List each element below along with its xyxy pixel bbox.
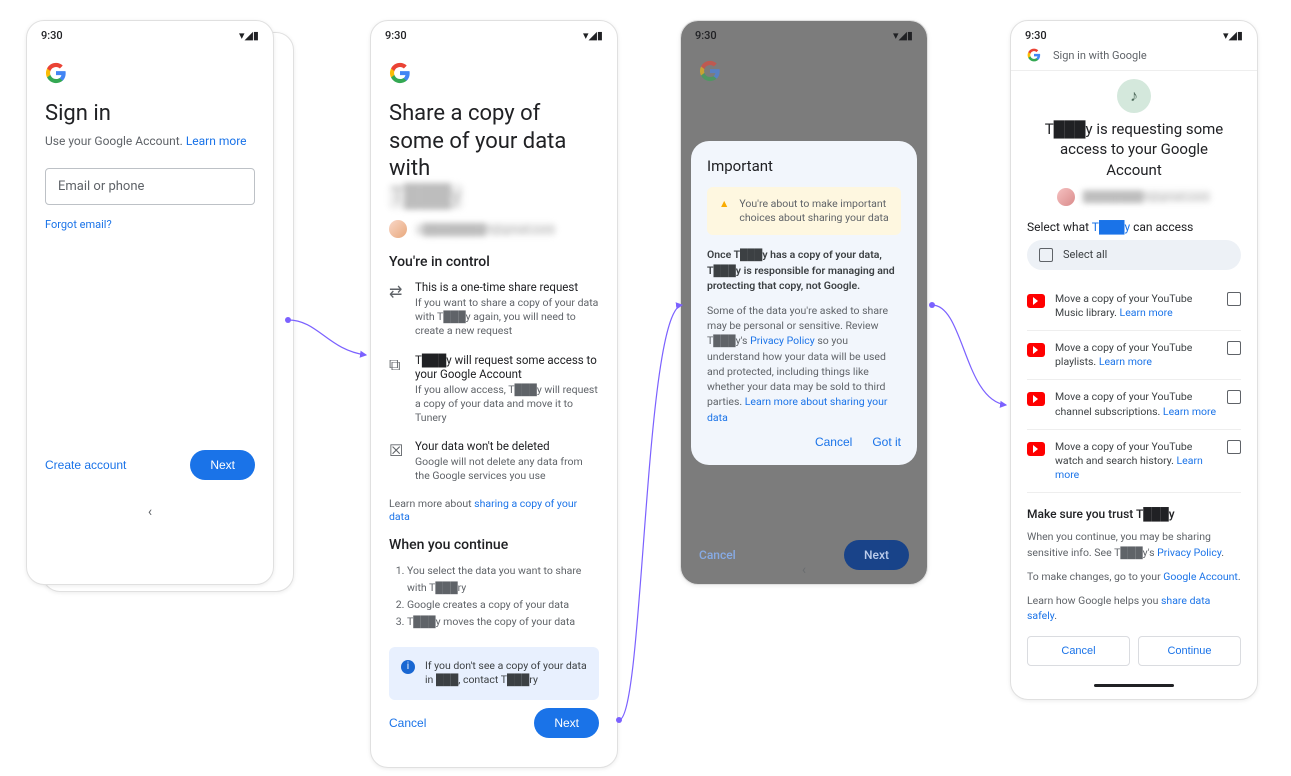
status-bar: 9:30 ▾◢▮: [371, 21, 617, 46]
screen-permissions: 9:30 ▾◢▮ Sign in with Google ♪ T███y is …: [1010, 20, 1258, 700]
screen-signin: 9:30 ▾◢▮ Sign in Use your Google Account…: [26, 20, 274, 585]
continue-button[interactable]: Continue: [1138, 636, 1241, 666]
google-logo-icon: [1027, 48, 1041, 62]
avatar-icon: [1057, 188, 1075, 206]
important-dialog: Important ▲ You're about to make importa…: [691, 141, 917, 465]
home-indicator-icon: [1094, 684, 1174, 687]
signin-header: Sign in with Google: [1027, 46, 1241, 70]
subtitle: Use your Google Account. Learn more: [45, 134, 255, 148]
youtube-icon: [1027, 294, 1045, 308]
status-time: 9:30: [41, 29, 63, 42]
account-chip[interactable]: ████████tt@gmail.com: [1027, 188, 1241, 206]
copy-icon: ⧉: [389, 353, 405, 426]
dialog-cancel-button[interactable]: Cancel: [815, 435, 852, 449]
forgot-email-link[interactable]: Forgot email?: [45, 218, 112, 231]
info-item-nodelete: ☒ Your data won't be deleted Google will…: [389, 439, 599, 483]
next-button[interactable]: Next: [534, 708, 599, 738]
checkbox[interactable]: [1227, 341, 1241, 355]
account-email: d████████tt@gmail.com: [415, 223, 556, 236]
warning-banner: ▲ You're about to make important choices…: [707, 187, 901, 235]
status-time: 9:30: [385, 29, 407, 42]
checkbox[interactable]: [1039, 248, 1053, 262]
cancel-button[interactable]: Cancel: [1027, 636, 1130, 666]
account-chip[interactable]: d████████tt@gmail.com: [389, 220, 599, 238]
cancel-button[interactable]: Cancel: [389, 708, 426, 738]
info-item-onetime: ⇄ This is a one-time share request If yo…: [389, 280, 599, 339]
info-icon: i: [401, 660, 415, 674]
dialog-title: Important: [707, 157, 901, 175]
app-icon: ♪: [1117, 79, 1151, 113]
permission-item: Move a copy of your YouTube Music librar…: [1027, 282, 1241, 331]
section-heading: When you continue: [389, 537, 599, 553]
google-logo-icon: [699, 60, 721, 82]
screen-share-consent: 9:30 ▾◢▮ Share a copy of some of your da…: [370, 20, 618, 768]
checkbox[interactable]: [1227, 440, 1241, 454]
status-icons: ▾◢▮: [1223, 29, 1243, 42]
select-heading: Select what T███y can access: [1027, 220, 1241, 234]
warning-icon: ▲: [719, 197, 729, 225]
status-bar: 9:30 ▾◢▮: [681, 21, 927, 46]
google-logo-icon: [45, 62, 67, 84]
page-title: Sign in: [45, 100, 255, 128]
dialog-text: Some of the data you're asked to share m…: [707, 303, 901, 425]
checkbox[interactable]: [1227, 390, 1241, 404]
continue-steps: You select the data you want to share wi…: [389, 563, 599, 630]
privacy-policy-link[interactable]: Privacy Policy: [750, 334, 815, 347]
status-icons: ▾◢▮: [583, 29, 603, 42]
google-account-link[interactable]: Google Account: [1163, 570, 1238, 583]
back-icon[interactable]: ‹: [492, 762, 496, 768]
status-icons: ▾◢▮: [239, 29, 259, 42]
permission-item: Move a copy of your YouTube watch and se…: [1027, 430, 1241, 494]
section-heading: You're in control: [389, 254, 599, 270]
app-name-blur: T███y: [389, 184, 463, 209]
youtube-icon: [1027, 343, 1045, 357]
status-bar: 9:30 ▾◢▮: [27, 21, 273, 46]
learn-more-link[interactable]: Learn more: [186, 134, 247, 148]
app-name-link[interactable]: T███y: [1092, 220, 1130, 234]
learn-more-link[interactable]: Learn more: [1163, 405, 1216, 418]
learn-more-link[interactable]: Learn more: [1120, 306, 1173, 319]
dialog-gotit-button[interactable]: Got it: [872, 435, 901, 449]
youtube-icon: [1027, 442, 1045, 456]
status-time: 9:30: [1025, 29, 1047, 42]
back-icon[interactable]: ‹: [148, 504, 152, 520]
checkbox[interactable]: [1227, 292, 1241, 306]
info-note: i If you don't see a copy of your data i…: [389, 647, 599, 700]
flow-arrow-icon: [924, 290, 1024, 430]
youtube-icon: [1027, 392, 1045, 406]
permission-item: Move a copy of your YouTube channel subs…: [1027, 380, 1241, 429]
dialog-text-bold: Once T███y has a copy of your data, T███…: [707, 247, 901, 293]
learn-more-link[interactable]: Learn more: [1099, 355, 1152, 368]
select-all-row[interactable]: Select all: [1027, 240, 1241, 270]
swap-icon: ⇄: [389, 280, 405, 339]
screen-important-modal: 9:30 ▾◢▮ Cancel Next ‹ Important ▲ You'r…: [680, 20, 928, 585]
create-account-button[interactable]: Create account: [45, 450, 126, 480]
email-field[interactable]: Email or phone: [45, 168, 255, 205]
privacy-policy-link[interactable]: Privacy Policy: [1157, 546, 1221, 559]
status-bar: 9:30 ▾◢▮: [1011, 21, 1257, 46]
next-button[interactable]: Next: [190, 450, 255, 480]
trust-heading: Make sure you trust T███y: [1027, 507, 1241, 521]
account-email: ████████tt@gmail.com: [1081, 190, 1210, 203]
page-title: Share a copy of some of your data with T…: [389, 100, 599, 210]
google-logo-icon: [389, 62, 411, 84]
avatar-icon: [389, 220, 407, 238]
archive-icon: ☒: [389, 439, 405, 483]
status-icons: ▾◢▮: [893, 29, 913, 42]
permission-item: Move a copy of your YouTube playlists. L…: [1027, 331, 1241, 380]
status-time: 9:30: [695, 29, 717, 42]
info-item-access: ⧉ T███y will request some access to your…: [389, 353, 599, 426]
request-title: T███y is requesting some access to your …: [1027, 119, 1241, 180]
back-icon: ‹: [802, 562, 806, 578]
